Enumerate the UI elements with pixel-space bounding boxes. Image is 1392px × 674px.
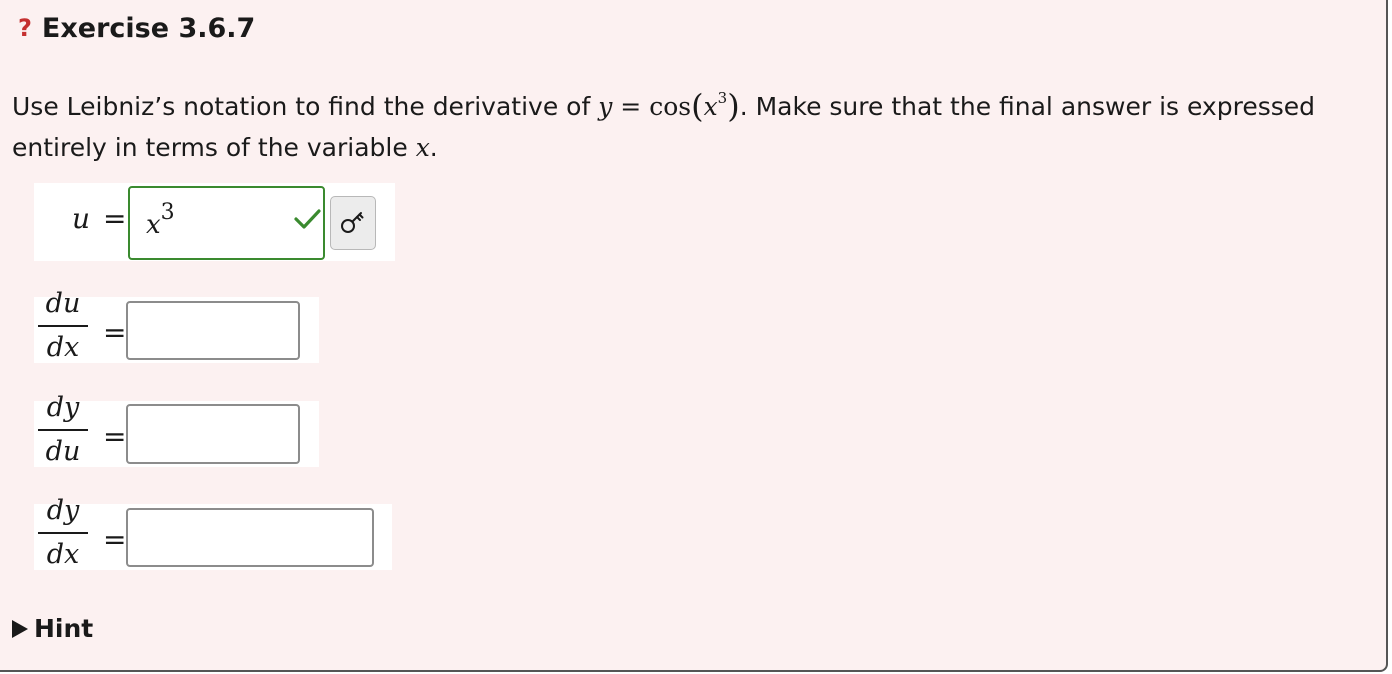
fraction-denominator: dx [46,539,80,570]
dy-du-equals: = [103,420,127,453]
math-x: x [703,92,718,121]
answer-input-du-dx[interactable] [126,301,300,360]
key-button[interactable] [330,196,376,250]
fraction-bar [38,325,88,327]
exercise-header: ? Exercise 3.6.7 [18,8,255,48]
answer-exponent-u: 3 [160,200,175,225]
math-exponent: 3 [717,89,728,107]
math-equals: = [620,92,642,121]
math-lparen: ( [691,87,704,125]
math-var-x: x [415,133,430,162]
hint-label: Hint [34,614,94,643]
fraction-numerator: dy [46,495,80,526]
fraction-denominator: dx [46,332,80,363]
math-cos: cos [649,92,692,121]
triangle-right-icon [12,619,28,638]
question-mark-icon: ? [18,14,32,42]
answer-input-dy-dx[interactable] [126,508,374,567]
problem-statement: Use Leibniz’s notation to find the deriv… [12,78,1362,168]
key-icon [341,212,364,233]
answer-input-dy-du[interactable] [126,404,300,464]
answer-value-u: x3 [146,200,175,240]
u-equals: = [103,202,127,235]
fraction-dy-du: dy du [38,391,88,469]
prompt-end: . [429,133,438,162]
fraction-bar [38,429,88,431]
fraction-denominator: du [45,436,81,467]
hint-toggle[interactable]: Hint [12,614,93,643]
answer-input-u[interactable]: x3 [128,186,325,260]
prompt-text-1: Use Leibniz’s notation to find the deriv… [12,92,591,121]
math-y: y [598,92,613,121]
math-rparen: ) [727,87,740,125]
fraction-numerator: dy [46,392,80,423]
answer-base-u: x [146,210,161,240]
exercise-panel: ? Exercise 3.6.7 Use Leibniz’s notation … [0,0,1388,672]
fraction-bar [38,532,88,534]
u-label: u [72,202,91,235]
fraction-numerator: du [45,288,81,319]
du-dx-equals: = [103,316,127,349]
fraction-du-dx: du dx [38,287,88,365]
dy-dx-equals: = [103,523,127,556]
check-icon [294,209,321,229]
fraction-dy-dx: dy dx [38,494,88,572]
exercise-title: Exercise 3.6.7 [41,12,256,44]
